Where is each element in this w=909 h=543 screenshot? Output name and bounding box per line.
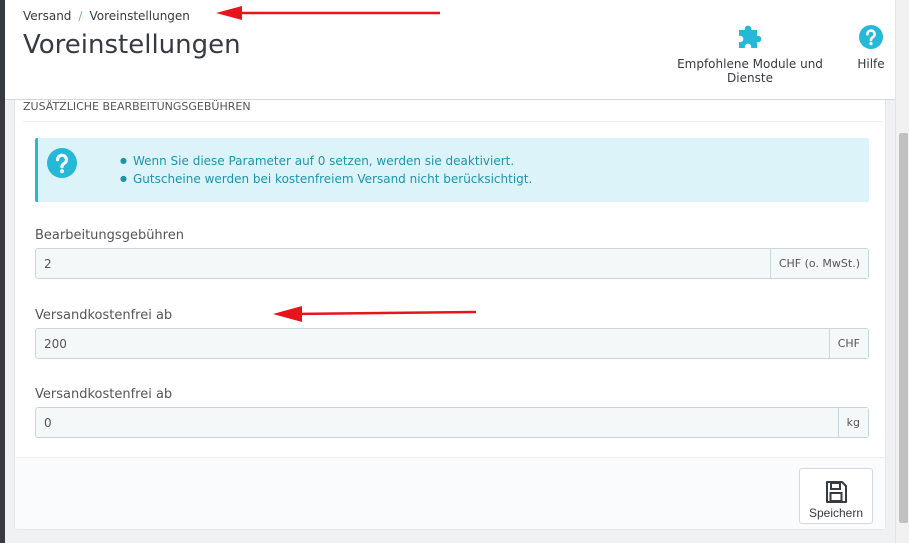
help-label: Hilfe: [857, 57, 885, 71]
free-shipping-weight-unit-addon: kg: [837, 408, 868, 437]
handling-fee-group: CHF (o. MwSt.): [35, 248, 869, 279]
page-title: Voreinstellungen: [23, 30, 241, 60]
recommended-modules-button[interactable]: Empfohlene Module und Dienste: [655, 24, 845, 85]
handling-fee-currency-addon: CHF (o. MwSt.): [769, 249, 868, 278]
info-list: Wenn Sie diese Parameter auf 0 setzen, w…: [120, 152, 532, 188]
save-label: Speichern: [808, 506, 864, 520]
free-shipping-weight-label: Versandkostenfrei ab: [35, 387, 173, 402]
recommended-modules-label: Empfohlene Module und Dienste: [677, 57, 823, 85]
help-button[interactable]: Hilfe: [851, 24, 891, 71]
breadcrumb-separator: /: [78, 9, 83, 23]
panel-heading: Zusätzliche Bearbeitungsgebühren: [23, 100, 883, 122]
vertical-scrollbar[interactable]: [895, 0, 909, 543]
info-line: Gutscheine werden bei kostenfreiem Versa…: [120, 170, 532, 188]
breadcrumb-parent-link[interactable]: Versand: [23, 9, 71, 23]
panel-footer: Speichern: [15, 457, 885, 529]
free-shipping-weight-input[interactable]: [36, 408, 838, 437]
handling-fee-input[interactable]: [36, 249, 770, 278]
info-line: Wenn Sie diese Parameter auf 0 setzen, w…: [120, 152, 532, 170]
breadcrumb: Versand / Voreinstellungen: [23, 9, 190, 23]
question-circle-icon: [851, 24, 891, 53]
free-shipping-weight-group: kg: [35, 407, 869, 438]
puzzle-icon: [655, 24, 845, 53]
annotation-arrow: [216, 6, 440, 20]
breadcrumb-current: Voreinstellungen: [89, 9, 190, 23]
free-shipping-price-currency-addon: CHF: [828, 329, 868, 358]
free-shipping-price-input[interactable]: [36, 329, 829, 358]
handling-fee-label: Bearbeitungsgebühren: [35, 228, 184, 243]
scrollbar-thumb[interactable]: [899, 133, 908, 523]
free-shipping-price-label: Versandkostenfrei ab: [35, 308, 173, 323]
floppy-disk-icon: [826, 481, 847, 503]
page-header: Versand / Voreinstellungen Voreinstellunge…: [5, 0, 895, 100]
save-button[interactable]: Speichern: [799, 468, 873, 524]
info-alert: Wenn Sie diese Parameter auf 0 setzen, w…: [35, 138, 869, 202]
free-shipping-price-group: CHF: [35, 328, 869, 359]
question-circle-icon: [46, 147, 78, 183]
annotation-arrow: [273, 306, 477, 322]
